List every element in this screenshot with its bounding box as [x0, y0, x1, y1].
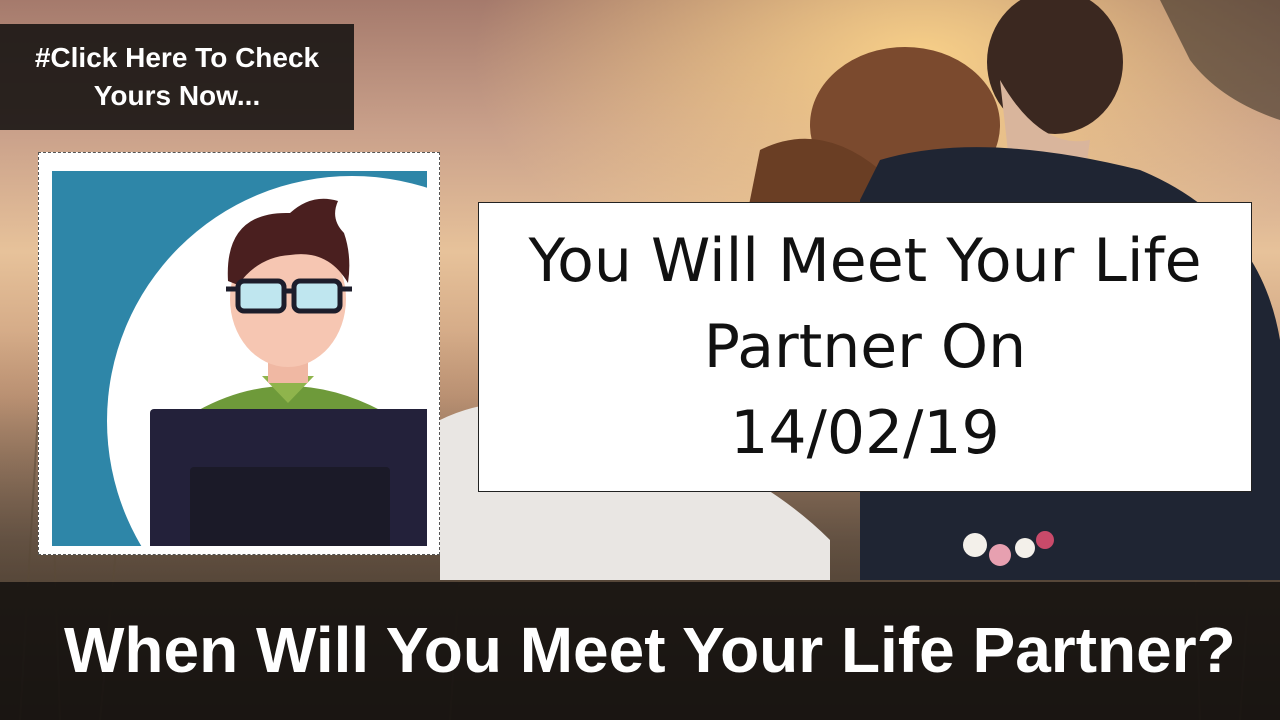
result-line-2: Partner On — [703, 312, 1027, 382]
cta-line-1: #Click Here To Check — [34, 42, 320, 73]
result-box: You Will Meet Your Life Partner On 14/02… — [478, 202, 1252, 492]
page-title: When Will You Meet Your Life Partner? — [64, 614, 1236, 686]
person-at-laptop-icon — [52, 171, 427, 546]
result-line-1: You Will Meet Your Life — [528, 226, 1202, 296]
cta-line-2: Yours Now... — [93, 80, 261, 111]
avatar-card — [38, 152, 440, 555]
check-now-button[interactable]: #Click Here To Check Yours Now... — [0, 24, 354, 130]
result-date: 14/02/19 — [730, 398, 1000, 468]
